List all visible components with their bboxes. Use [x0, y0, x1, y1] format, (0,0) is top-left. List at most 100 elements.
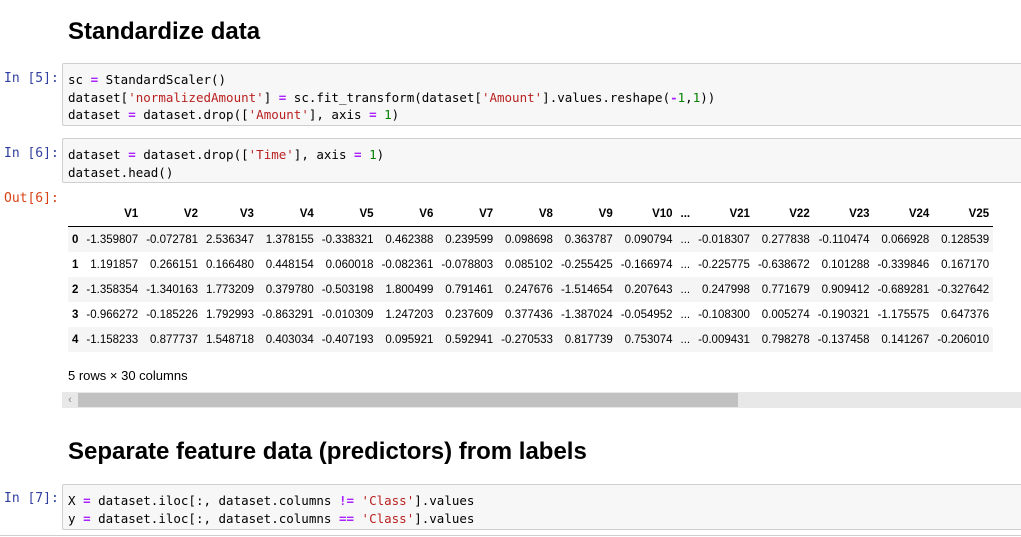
- dataframe-cell: -0.206010: [937, 333, 990, 346]
- dataframe-row-index: 2: [72, 283, 79, 296]
- code-token: dataset.iloc[:, dataset.columns: [90, 493, 339, 508]
- dataframe-cell: ...: [680, 258, 691, 271]
- dataframe-cell: 0.141267: [881, 333, 930, 346]
- dataframe-column-header: V6: [377, 202, 438, 227]
- markdown-heading-separate: Separate feature data (predictors) from …: [68, 438, 587, 465]
- dataframe-cell: -0.225775: [698, 258, 750, 271]
- dataframe-column-header: V9: [556, 202, 617, 227]
- dataframe-output: V1 V2 V3 V4 V5 V6 V7 V8 V9 V10... V21 V22 V23 V24 V25 …: [62, 196, 1021, 416]
- dataframe-column-header: V7: [437, 202, 498, 227]
- code-token: 'Amount': [481, 89, 543, 105]
- dataframe-cell: 0.403034: [265, 333, 314, 346]
- code-line: dataset = dataset.drop(['Time'], axis = …: [68, 146, 1021, 164]
- code-token: ): [391, 107, 400, 122]
- code-token: 'Class': [361, 510, 415, 526]
- dataframe-cell: 1.191857: [90, 258, 139, 271]
- code-line: y = dataset.iloc[:, dataset.columns == '…: [68, 510, 1021, 528]
- dataframe-cell: -1.158233: [86, 333, 139, 346]
- dataframe-cell: -1.359807: [86, 233, 139, 246]
- input-prompt-5: In [5]:: [4, 71, 59, 86]
- dataframe-cell: -1.514654: [560, 283, 613, 296]
- dataframe-cell: 0.377436: [504, 308, 553, 321]
- dataframe-cell: 0.095921: [385, 333, 434, 346]
- dataframe-cell: -0.638672: [757, 258, 810, 271]
- dataframe-cell: 0.791461: [445, 283, 494, 296]
- code-token: )): [700, 89, 716, 105]
- dataframe-column-header: V25: [933, 202, 994, 227]
- code-token: =: [83, 493, 91, 508]
- code-token: dataset.drop([: [135, 147, 249, 162]
- code-line: dataset = dataset.drop(['Amount'], axis …: [68, 106, 1021, 124]
- dataframe-cell: 0.167170: [941, 258, 990, 271]
- code-token: 'Class': [361, 493, 415, 508]
- code-token: =: [83, 510, 91, 526]
- dataframe-cell: 0.798278: [761, 333, 810, 346]
- code-line: X = dataset.iloc[:, dataset.columns != '…: [68, 492, 1021, 510]
- code-line: sc = StandardScaler(): [68, 71, 1021, 89]
- code-token: ].values: [414, 493, 475, 508]
- output-prompt-6: Out[6]:: [4, 191, 59, 206]
- code-token: =: [128, 107, 136, 122]
- code-token: 1: [369, 147, 377, 162]
- dataframe-column-header: ...: [676, 202, 695, 227]
- dataframe-cell: 0.237609: [445, 308, 494, 321]
- dataframe-cell: 0.207643: [624, 283, 673, 296]
- dataframe-cell: 0.239599: [445, 233, 494, 246]
- dataframe-cell: 0.817739: [564, 333, 613, 346]
- dataframe-cell: -0.863291: [261, 308, 314, 321]
- dataframe-cell: 1.800499: [385, 283, 434, 296]
- dataframe-column-header: V21: [694, 202, 754, 227]
- dataframe-cell: -0.018307: [698, 233, 750, 246]
- dataframe-cell: 0.066928: [881, 233, 930, 246]
- dataframe-cell: 0.128539: [941, 233, 990, 246]
- dataframe-cell: 0.166480: [206, 258, 254, 271]
- dataframe-cell: -0.082361: [381, 258, 434, 271]
- dataframe-column-header: [68, 202, 83, 227]
- dataframe-cell: ...: [680, 233, 691, 246]
- dataframe-cell: 0.647376: [941, 308, 990, 321]
- dataframe-cell: -0.503198: [321, 283, 374, 296]
- dataframe-cell: 1.792993: [206, 308, 254, 321]
- dataframe-cell: -0.339846: [877, 258, 930, 271]
- dataframe-cell: 1.773209: [206, 283, 254, 296]
- dataframe-cell: 0.379780: [265, 283, 314, 296]
- dataframe-cell: -0.338321: [321, 233, 374, 246]
- code-token: dataset.drop([: [135, 107, 249, 122]
- dataframe-cell: 0.277838: [761, 233, 810, 246]
- code-token: =: [369, 107, 377, 122]
- dataframe-cell: 0.005274: [761, 308, 810, 321]
- input-prompt-6: In [6]:: [4, 146, 59, 161]
- dataframe-header-row: V1 V2 V3 V4 V5 V6 V7 V8 V9 V10... V21 V22 V23 V24 V25: [68, 202, 994, 227]
- code-token: ].values.reshape(: [542, 89, 671, 105]
- code-token: ], axis: [293, 147, 355, 162]
- scroll-left-arrow-icon[interactable]: ‹: [62, 392, 78, 408]
- code-cell-7[interactable]: X = dataset.iloc[:, dataset.columns != '…: [62, 484, 1021, 530]
- dataframe-cell: -0.009431: [698, 333, 750, 346]
- dataframe-cell: 1.548718: [206, 333, 254, 346]
- dataframe-cell: 1.378155: [265, 233, 314, 246]
- dataframe-row: 0 -1.359807 -0.072781 2.536347 1.378155 -0.33…: [68, 226, 994, 252]
- dataframe-cell: 0.247676: [504, 283, 553, 296]
- dataframe-cell: -0.327642: [937, 283, 990, 296]
- dataframe-row-index: 3: [72, 308, 79, 321]
- code-token: ): [376, 147, 385, 162]
- dataframe-column-header: V3: [202, 202, 258, 227]
- dataframe-cell: 1.247203: [385, 308, 434, 321]
- dataframe-cell: -0.966272: [86, 308, 139, 321]
- scrollbar-thumb[interactable]: [78, 393, 738, 407]
- dataframe-cell: 0.448154: [265, 258, 314, 271]
- dataframe-column-header: V10: [616, 202, 677, 227]
- dataframe-cell: -1.387024: [560, 308, 613, 321]
- code-line: dataset.head(): [68, 164, 1021, 182]
- code-cell-6[interactable]: dataset = dataset.drop(['Time'], axis = …: [62, 138, 1021, 183]
- code-cell-5[interactable]: sc = StandardScaler() dataset['normalized…: [62, 63, 1021, 126]
- dataframe-cell: -0.110474: [818, 233, 870, 246]
- dataframe-cell: 0.909412: [821, 283, 870, 296]
- output-horizontal-scrollbar[interactable]: ‹: [62, 392, 1021, 408]
- dataframe-column-header: V24: [873, 202, 934, 227]
- markdown-heading-standardize: Standardize data: [68, 18, 261, 45]
- code-token: dataset[: [68, 89, 129, 105]
